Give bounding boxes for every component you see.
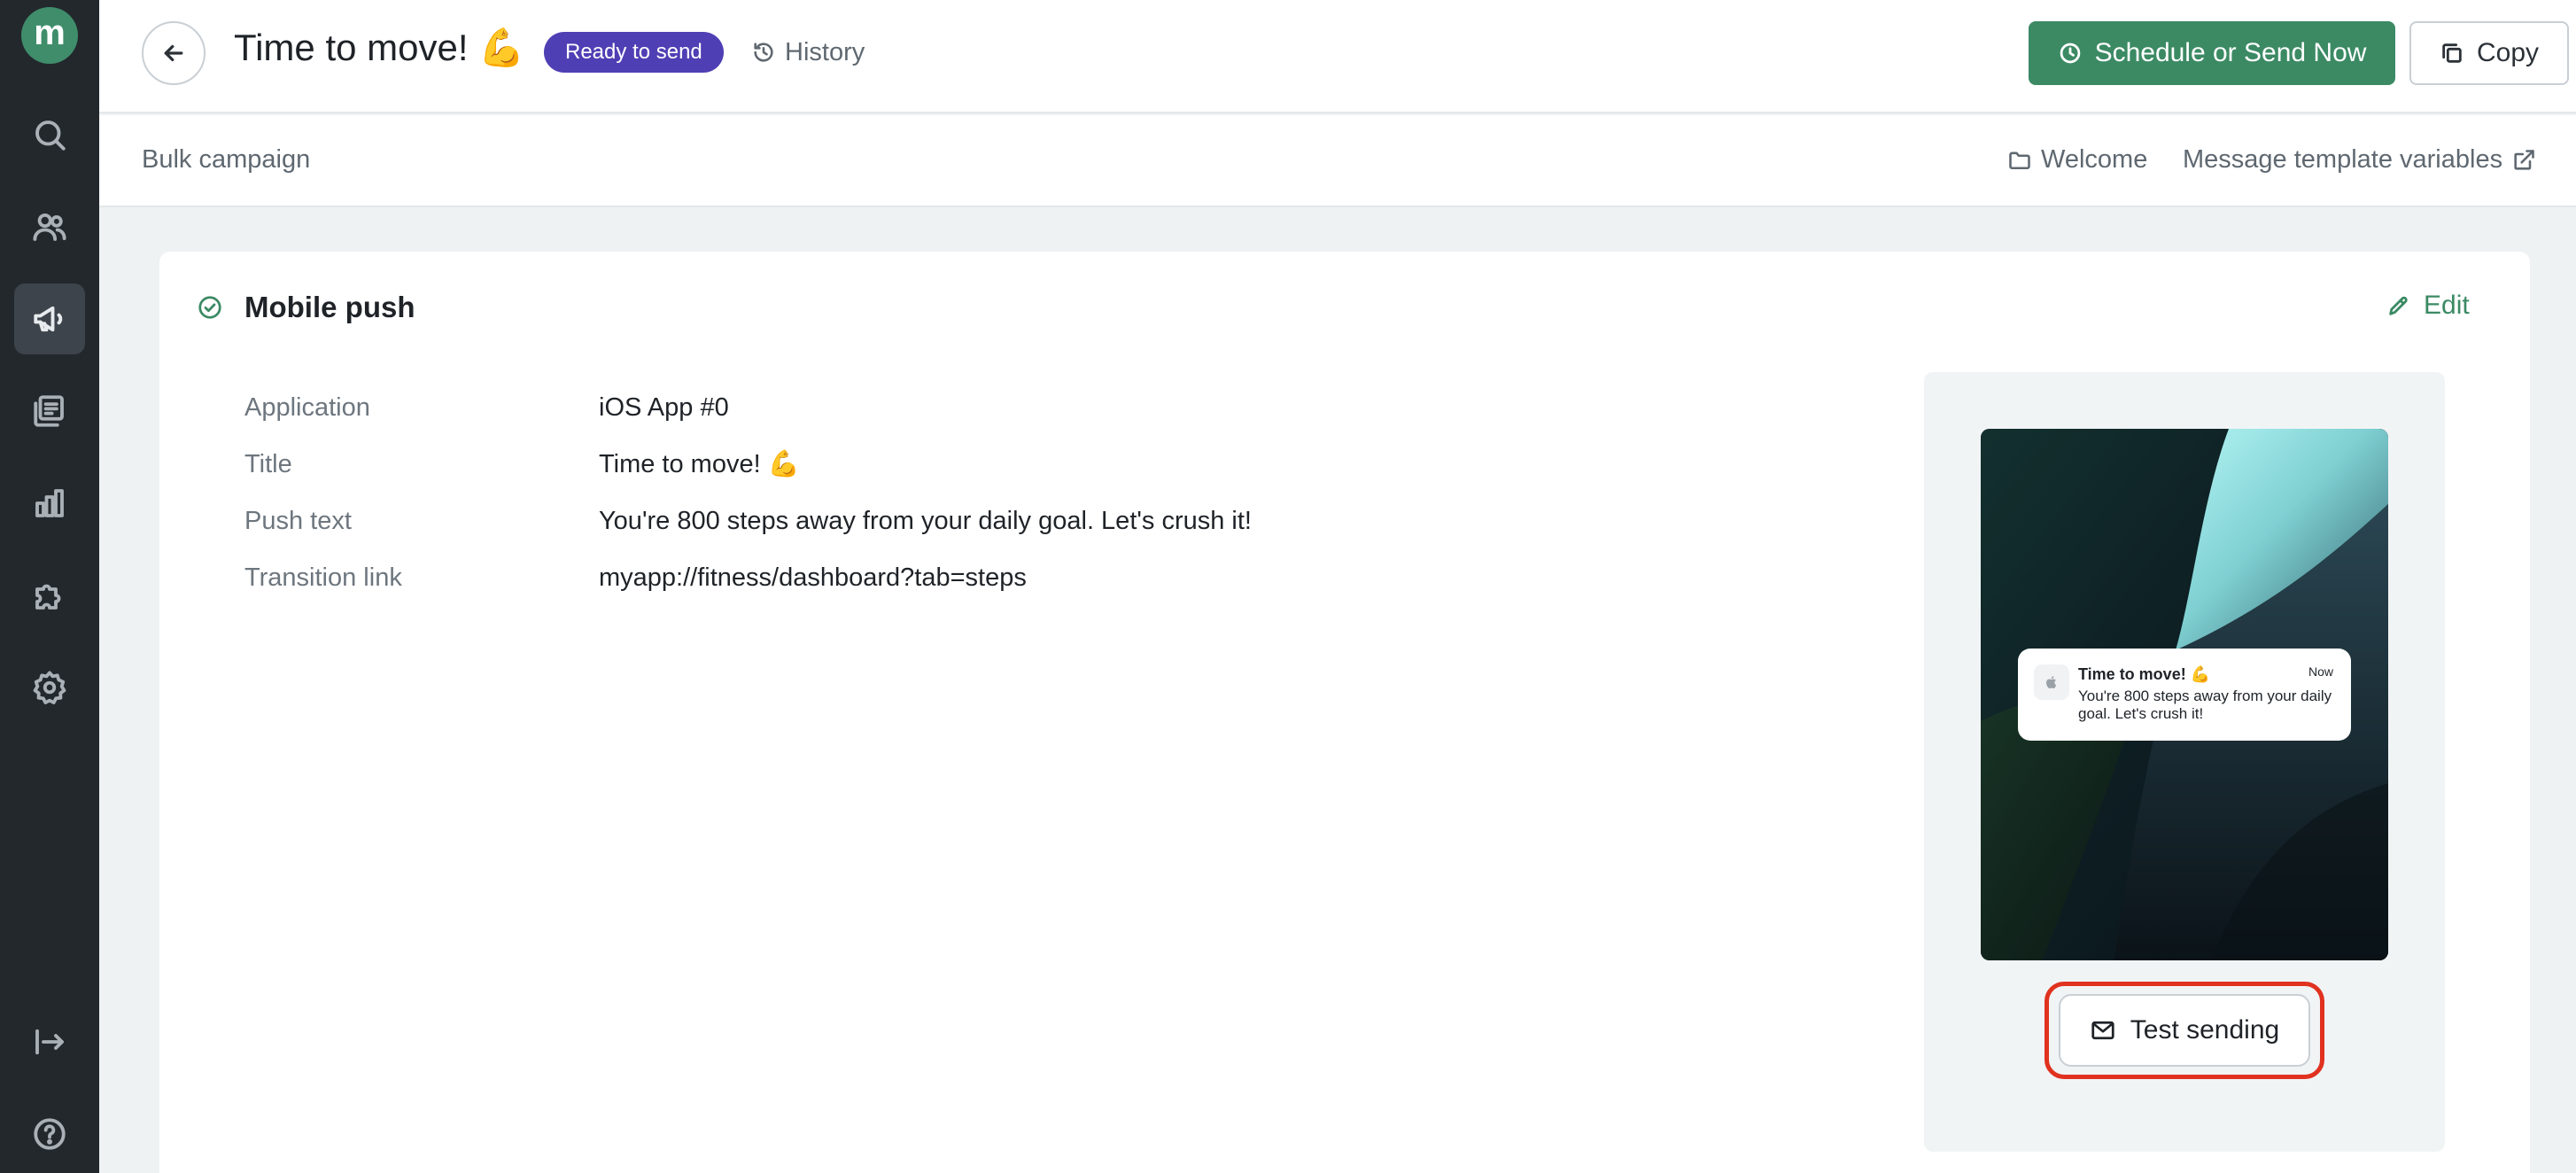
test-sending-label: Test sending	[2130, 1015, 2280, 1045]
template-variables-label: Message template variables	[2183, 145, 2503, 174]
help-icon[interactable]	[14, 1099, 85, 1169]
status-badge: Ready to send	[544, 32, 724, 73]
analytics-icon[interactable]	[14, 468, 85, 539]
notification-text: You're 800 steps away from your daily go…	[2078, 687, 2332, 722]
pencil-icon	[2389, 296, 2408, 315]
puzzle-icon[interactable]	[14, 560, 85, 631]
template-variables-link[interactable]: Message template variables	[2183, 145, 2536, 175]
search-icon[interactable]	[14, 99, 85, 170]
sidebar: m	[0, 0, 99, 1173]
field-value: Time to move! 💪	[599, 450, 800, 478]
field-value: iOS App #0	[599, 392, 729, 422]
megaphone-icon[interactable]	[14, 284, 85, 354]
field-value: myapp://fitness/dashboard?tab=steps	[599, 563, 1027, 592]
history-icon	[754, 43, 773, 62]
clock-icon	[2060, 43, 2080, 64]
sub-header: Bulk campaign Welcome Message template v…	[99, 115, 2576, 207]
apple-icon	[2034, 664, 2069, 700]
users-icon[interactable]	[14, 191, 85, 262]
history-label: History	[785, 37, 865, 66]
push-preview-panel: Time to move! 💪 Now You're 800 steps awa…	[1924, 372, 2445, 1152]
page-title: Time to move! 💪	[234, 27, 525, 68]
collapse-icon[interactable]	[14, 1006, 85, 1077]
check-circle-icon	[197, 294, 223, 321]
schedule-or-send-button[interactable]: Schedule or Send Now	[2029, 21, 2395, 85]
back-button[interactable]	[142, 21, 206, 85]
field-row-application: Application iOS App #0	[244, 390, 729, 425]
campaign-type: Bulk campaign	[142, 145, 311, 174]
history-link[interactable]: History	[751, 32, 865, 73]
field-row-push-text: Push text You're 800 steps away from you…	[244, 503, 1252, 539]
notification-title: Time to move! 💪	[2078, 665, 2211, 683]
field-label: Application	[244, 392, 370, 422]
phone-preview: Time to move! 💪 Now You're 800 steps awa…	[1981, 429, 2388, 960]
edit-label: Edit	[2424, 291, 2470, 320]
top-header: Time to move! 💪 Ready to send History Sc…	[99, 0, 2576, 113]
push-notification-preview: Time to move! 💪 Now You're 800 steps awa…	[2018, 649, 2351, 741]
folder-icon	[2009, 151, 2030, 169]
notification-time: Now	[2308, 664, 2333, 679]
field-value: You're 800 steps away from your daily go…	[599, 506, 1252, 535]
edit-button[interactable]: Edit	[2386, 291, 2470, 321]
copy-button[interactable]: Copy	[2409, 21, 2569, 85]
schedule-label: Schedule or Send Now	[2094, 38, 2367, 67]
external-link-icon	[2514, 149, 2534, 170]
folder-link[interactable]: Welcome	[2007, 145, 2147, 175]
folder-label: Welcome	[2041, 145, 2148, 174]
arrow-left-icon	[164, 44, 183, 62]
field-label: Transition link	[244, 563, 402, 592]
settings-icon[interactable]	[14, 652, 85, 723]
field-row-transition-link: Transition link myapp://fitness/dashboar…	[244, 560, 1027, 595]
test-sending-button[interactable]: Test sending	[2059, 994, 2310, 1067]
app-logo[interactable]: m	[21, 7, 78, 64]
section-title: Mobile push	[244, 291, 415, 323]
mail-icon	[2091, 1021, 2114, 1040]
field-label: Title	[244, 449, 292, 478]
field-label: Push text	[244, 506, 352, 535]
mobile-push-card: Mobile push Edit Application iOS App #0 …	[159, 252, 2530, 1173]
copy-icon	[2442, 43, 2462, 63]
messages-icon[interactable]	[14, 376, 85, 447]
copy-label: Copy	[2476, 38, 2540, 67]
field-row-title: Title Time to move! 💪	[244, 447, 800, 482]
